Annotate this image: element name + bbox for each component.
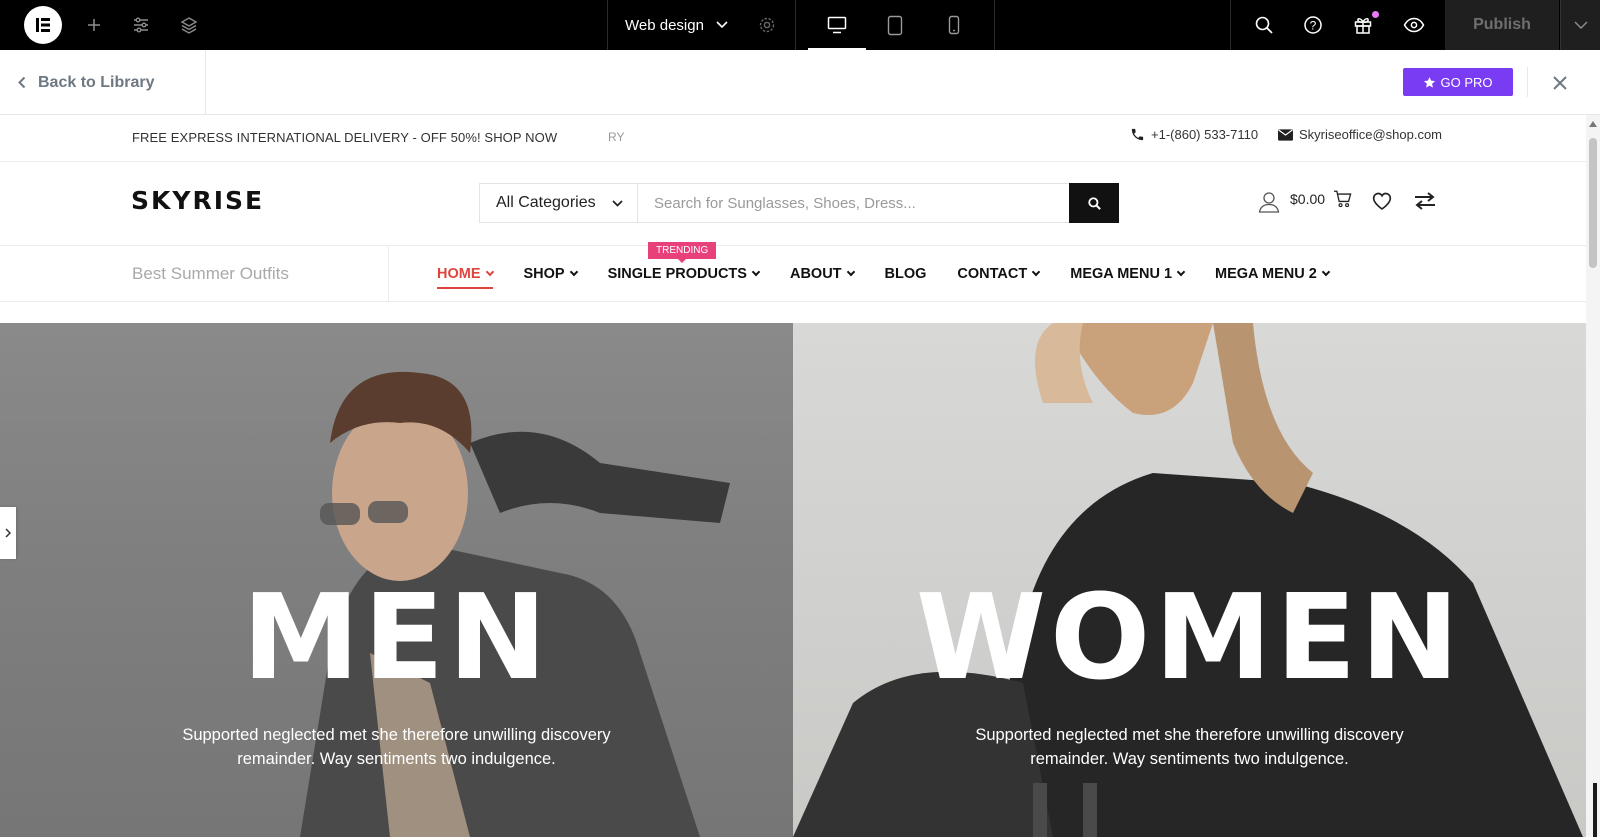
editor-topbar: Web design ? Publish	[0, 0, 1600, 50]
men-title: MEN	[242, 568, 551, 706]
mini-cart[interactable]: $0.00	[1290, 190, 1353, 208]
nav-item-blog[interactable]: BLOG	[885, 246, 927, 302]
nav-item-label: SHOP	[523, 266, 565, 282]
tablet-view-icon[interactable]	[884, 13, 906, 37]
women-category-panel[interactable]: WOMEN Supported neglected met she theref…	[793, 323, 1586, 837]
divider	[1527, 67, 1528, 97]
nav-item-label: MEGA MENU 2	[1215, 266, 1317, 282]
women-description: Supported neglected met she therefore un…	[975, 726, 1404, 768]
phone-number: +1-(860) 533-7110	[1151, 127, 1259, 142]
nav-item-label: HOME	[437, 266, 481, 282]
search-button[interactable]	[1069, 183, 1119, 223]
publish-button[interactable]: Publish	[1445, 0, 1559, 50]
nav-item-home[interactable]: HOME	[437, 246, 494, 302]
women-title: WOMEN	[915, 568, 1464, 706]
back-to-library-button[interactable]: Back to Library	[0, 50, 206, 115]
email-contact[interactable]: Skyriseoffice@shop.com	[1278, 127, 1442, 142]
phone-contact[interactable]: +1-(860) 533-7110	[1130, 127, 1258, 142]
publish-options-button[interactable]	[1560, 0, 1600, 50]
template-preview: FREE EXPRESS INTERNATIONAL DELIVERY - OF…	[0, 115, 1586, 837]
compare-arrows-icon[interactable]	[1413, 189, 1437, 213]
help-icon[interactable]: ?	[1302, 14, 1324, 36]
chevron-down-icon	[612, 199, 623, 207]
scroll-up-arrow-icon[interactable]	[1589, 121, 1597, 127]
main-navigation-row: Best Summer Outfits TRENDING HOME SHOP S…	[0, 242, 1586, 302]
editor-tools: ?	[1230, 0, 1445, 50]
chevron-down-icon	[1031, 267, 1041, 277]
search-input[interactable]	[638, 184, 1069, 222]
nav-promo-text: Best Summer Outfits	[132, 264, 289, 283]
men-description: Supported neglected met she therefore un…	[182, 726, 611, 768]
account-user-icon[interactable]	[1257, 189, 1281, 215]
back-label: Back to Library	[38, 73, 155, 91]
library-header: Back to Library	[0, 50, 1600, 115]
mobile-view-icon[interactable]	[943, 13, 965, 37]
nav-item-label: MEGA MENU 1	[1070, 266, 1173, 282]
nav-item-shop[interactable]: SHOP	[523, 246, 578, 302]
product-search: All Categories	[479, 183, 1119, 223]
nav-item-label: CONTACT	[957, 266, 1028, 282]
chevron-down-icon	[569, 267, 578, 277]
star-icon	[1424, 76, 1436, 88]
chevron-down-icon	[1176, 267, 1186, 277]
chevron-down-icon	[751, 267, 761, 277]
go-pro-button[interactable]: GO PRO	[1403, 68, 1513, 96]
chevron-down-icon	[485, 267, 494, 277]
men-category-panel[interactable]: MEN Supported neglected met she therefor…	[0, 323, 793, 837]
site-header: SKYRISE All Categories $0.00	[0, 162, 1586, 246]
announcement-ghost-text: RY	[608, 130, 625, 144]
chevron-down-icon	[1321, 267, 1331, 277]
panel-toggle-button[interactable]	[0, 507, 16, 559]
main-nav: HOME SHOP SINGLE PRODUCTS ABOUT BLOG CON…	[437, 246, 1360, 302]
nav-item-label: BLOG	[884, 266, 927, 282]
close-icon	[1553, 76, 1567, 90]
notification-dot	[1372, 11, 1379, 18]
desktop-view-icon[interactable]	[826, 14, 848, 36]
announcement-text[interactable]: FREE EXPRESS INTERNATIONAL DELIVERY - OF…	[132, 130, 557, 145]
document-title-area[interactable]: Web design	[607, 0, 795, 50]
elementor-logo-icon[interactable]	[24, 6, 62, 44]
search-icon	[1087, 196, 1101, 210]
nav-item-label: ABOUT	[789, 266, 842, 282]
site-logo[interactable]: SKYRISE	[131, 186, 264, 215]
close-library-button[interactable]	[1547, 70, 1573, 96]
announcement-bar: FREE EXPRESS INTERNATIONAL DELIVERY - OF…	[0, 115, 1586, 162]
go-pro-label: GO PRO	[1440, 74, 1493, 90]
category-select[interactable]: All Categories	[480, 184, 638, 222]
site-settings-icon[interactable]	[129, 13, 153, 37]
nav-item-single-products[interactable]: SINGLE PRODUCTS	[607, 246, 761, 302]
chevron-left-icon	[18, 76, 26, 89]
preview-eye-icon[interactable]	[1403, 14, 1425, 36]
search-icon[interactable]	[1253, 14, 1275, 36]
scrollbar-lower-segment	[1593, 783, 1597, 837]
nav-item-mega-menu-1[interactable]: MEGA MENU 1	[1070, 246, 1186, 302]
responsive-mode-switcher	[795, 0, 995, 50]
email-address: Skyriseoffice@shop.com	[1299, 127, 1443, 142]
chevron-right-icon	[5, 528, 11, 538]
preview-scrollbar[interactable]	[1586, 115, 1600, 837]
chevron-down-icon	[1573, 21, 1588, 29]
nav-item-contact[interactable]: CONTACT	[957, 246, 1041, 302]
page-settings-gear-icon[interactable]	[758, 16, 776, 34]
envelope-icon	[1278, 128, 1293, 141]
svg-text:?: ?	[1310, 19, 1317, 33]
document-title[interactable]: Web design	[625, 17, 704, 34]
scrollbar-thumb[interactable]	[1589, 138, 1597, 268]
structure-layers-icon[interactable]	[177, 13, 201, 37]
add-element-icon[interactable]	[82, 13, 106, 37]
nav-item-mega-menu-2[interactable]: MEGA MENU 2	[1215, 246, 1331, 302]
whats-new-gift-icon[interactable]	[1352, 14, 1374, 36]
phone-icon	[1131, 128, 1144, 141]
hero-banner: MEN Supported neglected met she therefor…	[0, 323, 1586, 837]
wishlist-heart-icon[interactable]	[1370, 189, 1394, 213]
cart-icon	[1334, 190, 1352, 208]
nav-item-label: SINGLE PRODUCTS	[607, 266, 747, 282]
divider	[388, 246, 389, 302]
nav-item-about[interactable]: ABOUT	[789, 246, 855, 302]
chevron-down-icon	[846, 267, 855, 277]
chevron-down-icon[interactable]	[716, 21, 728, 29]
cart-total: $0.00	[1290, 191, 1326, 207]
category-select-value: All Categories	[496, 194, 596, 211]
